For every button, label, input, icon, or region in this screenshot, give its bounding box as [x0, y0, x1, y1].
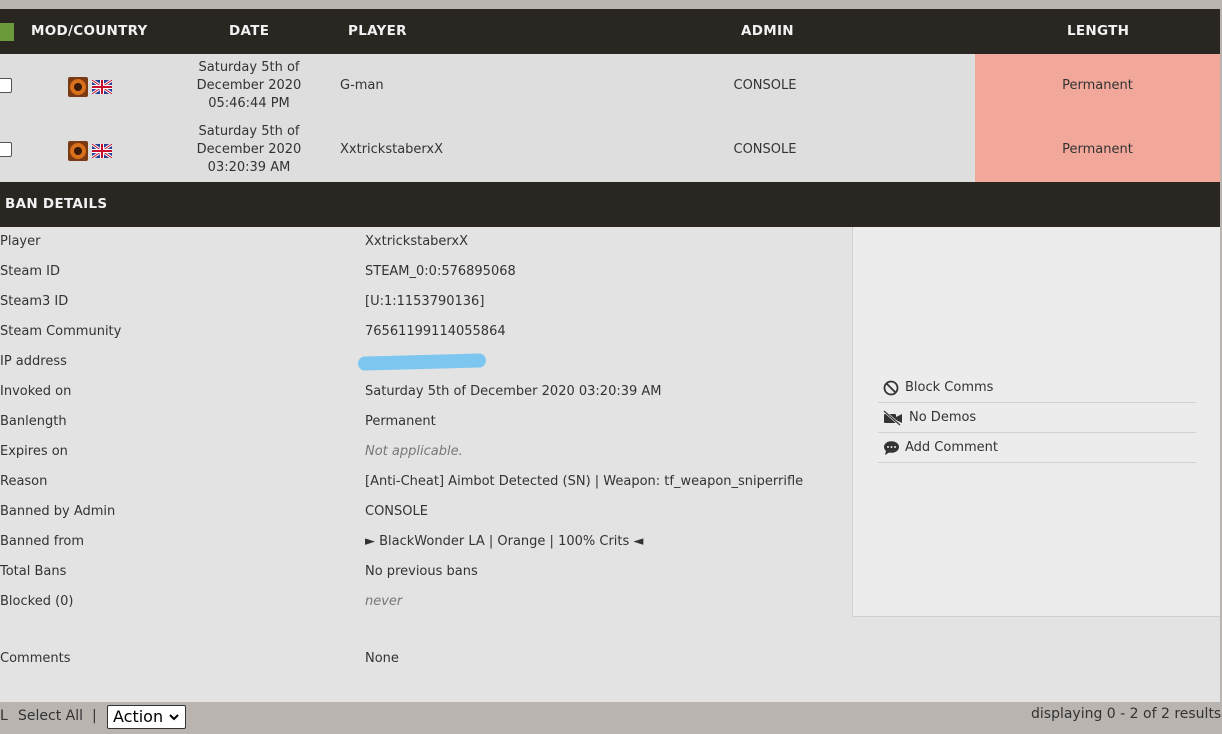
admin-name: CONSOLE: [733, 78, 797, 93]
detail-value: never: [365, 594, 403, 609]
action-label: Block Comms: [905, 380, 994, 395]
admin-name: CONSOLE: [733, 142, 797, 157]
detail-label: Reason: [0, 474, 48, 489]
table-row[interactable]: Saturday 5th of December 2020 05:46:44 P…: [0, 54, 1220, 118]
detail-value: No previous bans: [365, 564, 478, 579]
table-row[interactable]: Saturday 5th of December 2020 03:20:39 A…: [0, 118, 1220, 182]
detail-row: Invoked on Saturday 5th of December 2020…: [0, 377, 850, 407]
player-name: G-man: [340, 78, 384, 93]
detail-value: [U:1:1153790136]: [365, 294, 485, 309]
detail-label: Total Bans: [0, 564, 67, 579]
ban-details-header: BAN DETAILS: [0, 182, 1220, 227]
detail-value: Saturday 5th of December 2020 03:20:39 A…: [365, 384, 662, 399]
detail-label: Banned from: [0, 534, 84, 549]
detail-row: Steam ID STEAM_0:0:576895068: [0, 257, 850, 287]
detail-label: Banned by Admin: [0, 504, 116, 519]
column-player[interactable]: PLAYER: [348, 9, 407, 54]
ban-table-header: MOD/COUNTRY DATE PLAYER ADMIN LENGTH: [0, 9, 1220, 54]
detail-value: XxtrickstaberxX: [365, 234, 469, 249]
steam-community-link[interactable]: 76561199114055864: [365, 317, 506, 347]
date-line: Saturday 5th of: [198, 124, 300, 139]
detail-value: STEAM_0:0:576895068: [365, 264, 516, 279]
ban-length: Permanent: [975, 54, 1220, 118]
results-count: displaying 0 - 2 of 2 results: [1031, 706, 1222, 722]
column-mod-country[interactable]: MOD/COUNTRY: [31, 9, 148, 54]
detail-row: Expires on Not applicable.: [0, 437, 850, 467]
date-line: Saturday 5th of: [198, 60, 300, 75]
tf2-icon: [68, 141, 88, 161]
detail-row: Banlength Permanent: [0, 407, 850, 437]
detail-row: Player XxtrickstaberxX: [0, 227, 850, 257]
detail-label: Banlength: [0, 414, 67, 429]
ban-actions-panel: Block Comms No Demos Add Comment: [852, 227, 1220, 617]
comment-icon: [884, 441, 899, 455]
tf2-icon: [68, 77, 88, 97]
block-comms-button[interactable]: Block Comms: [878, 373, 1196, 403]
detail-row: Steam3 ID [U:1:1153790136]: [0, 287, 850, 317]
detail-row: Steam Community 76561199114055864: [0, 317, 850, 347]
select-column-marker[interactable]: [0, 23, 14, 41]
action-select[interactable]: Action: [107, 705, 186, 729]
uk-flag-icon: [92, 80, 112, 94]
detail-row: Comments None: [0, 644, 850, 674]
detail-value: CONSOLE: [365, 504, 428, 519]
add-comment-button[interactable]: Add Comment: [878, 433, 1196, 463]
detail-row: Blocked (0) never: [0, 587, 850, 617]
row-checkbox[interactable]: [0, 142, 12, 157]
detail-row: Banned from ► BlackWonder LA | Orange | …: [0, 527, 850, 557]
detail-value: Not applicable.: [365, 444, 463, 459]
date-line: December 2020: [196, 142, 302, 157]
detail-value: ► BlackWonder LA | Orange | 100% Crits ◄: [365, 534, 644, 549]
select-all-link[interactable]: Select All: [18, 702, 83, 730]
column-admin[interactable]: ADMIN: [741, 9, 794, 54]
date-line: December 2020: [196, 78, 302, 93]
detail-row: Total Bans No previous bans: [0, 557, 850, 587]
detail-label: Blocked (0): [0, 594, 74, 609]
detail-row: IP address: [0, 347, 850, 377]
detail-label: Steam Community: [0, 324, 122, 339]
detail-label: Expires on: [0, 444, 68, 459]
detail-value: None: [365, 651, 399, 666]
detail-value: [Anti-Cheat] Aimbot Detected (SN) | Weap…: [365, 474, 804, 489]
footer-separator: |: [92, 708, 97, 724]
no-demos-button[interactable]: No Demos: [878, 403, 1196, 433]
action-select-value: Action: [113, 707, 164, 726]
action-label: No Demos: [909, 410, 977, 425]
ban-date: Saturday 5th of December 2020 03:20:39 A…: [189, 123, 309, 177]
detail-label: Comments: [0, 651, 71, 666]
top-strip: [0, 0, 1222, 9]
block-icon: [883, 380, 899, 396]
ban-details-panel: Player XxtrickstaberxX Steam ID STEAM_0:…: [0, 227, 1220, 702]
detail-label: Invoked on: [0, 384, 72, 399]
detail-label: IP address: [0, 354, 67, 369]
table-footer: L Select All | Action displaying 0 - 2 o…: [0, 702, 1222, 733]
ban-length: Permanent: [975, 118, 1220, 182]
detail-value: Permanent: [365, 414, 436, 429]
detail-label: Player: [0, 234, 41, 249]
detail-label: Steam3 ID: [0, 294, 69, 309]
ban-date: Saturday 5th of December 2020 05:46:44 P…: [189, 59, 309, 113]
row-checkbox[interactable]: [0, 78, 12, 93]
player-name: XxtrickstaberxX: [340, 142, 444, 157]
detail-row: Reason [Anti-Cheat] Aimbot Detected (SN)…: [0, 467, 850, 497]
footer-prefix: L: [0, 708, 8, 724]
date-line: 05:46:44 PM: [208, 96, 290, 111]
uk-flag-icon: [92, 144, 112, 158]
action-label: Add Comment: [905, 440, 998, 455]
column-length[interactable]: LENGTH: [1067, 9, 1129, 54]
chevron-down-icon: [168, 706, 180, 734]
detail-label: Steam ID: [0, 264, 60, 279]
ip-redaction-mark: [357, 353, 487, 371]
column-date[interactable]: DATE: [229, 9, 269, 54]
detail-row: Banned by Admin CONSOLE: [0, 497, 850, 527]
date-line: 03:20:39 AM: [207, 160, 291, 175]
no-video-icon: [883, 410, 902, 426]
